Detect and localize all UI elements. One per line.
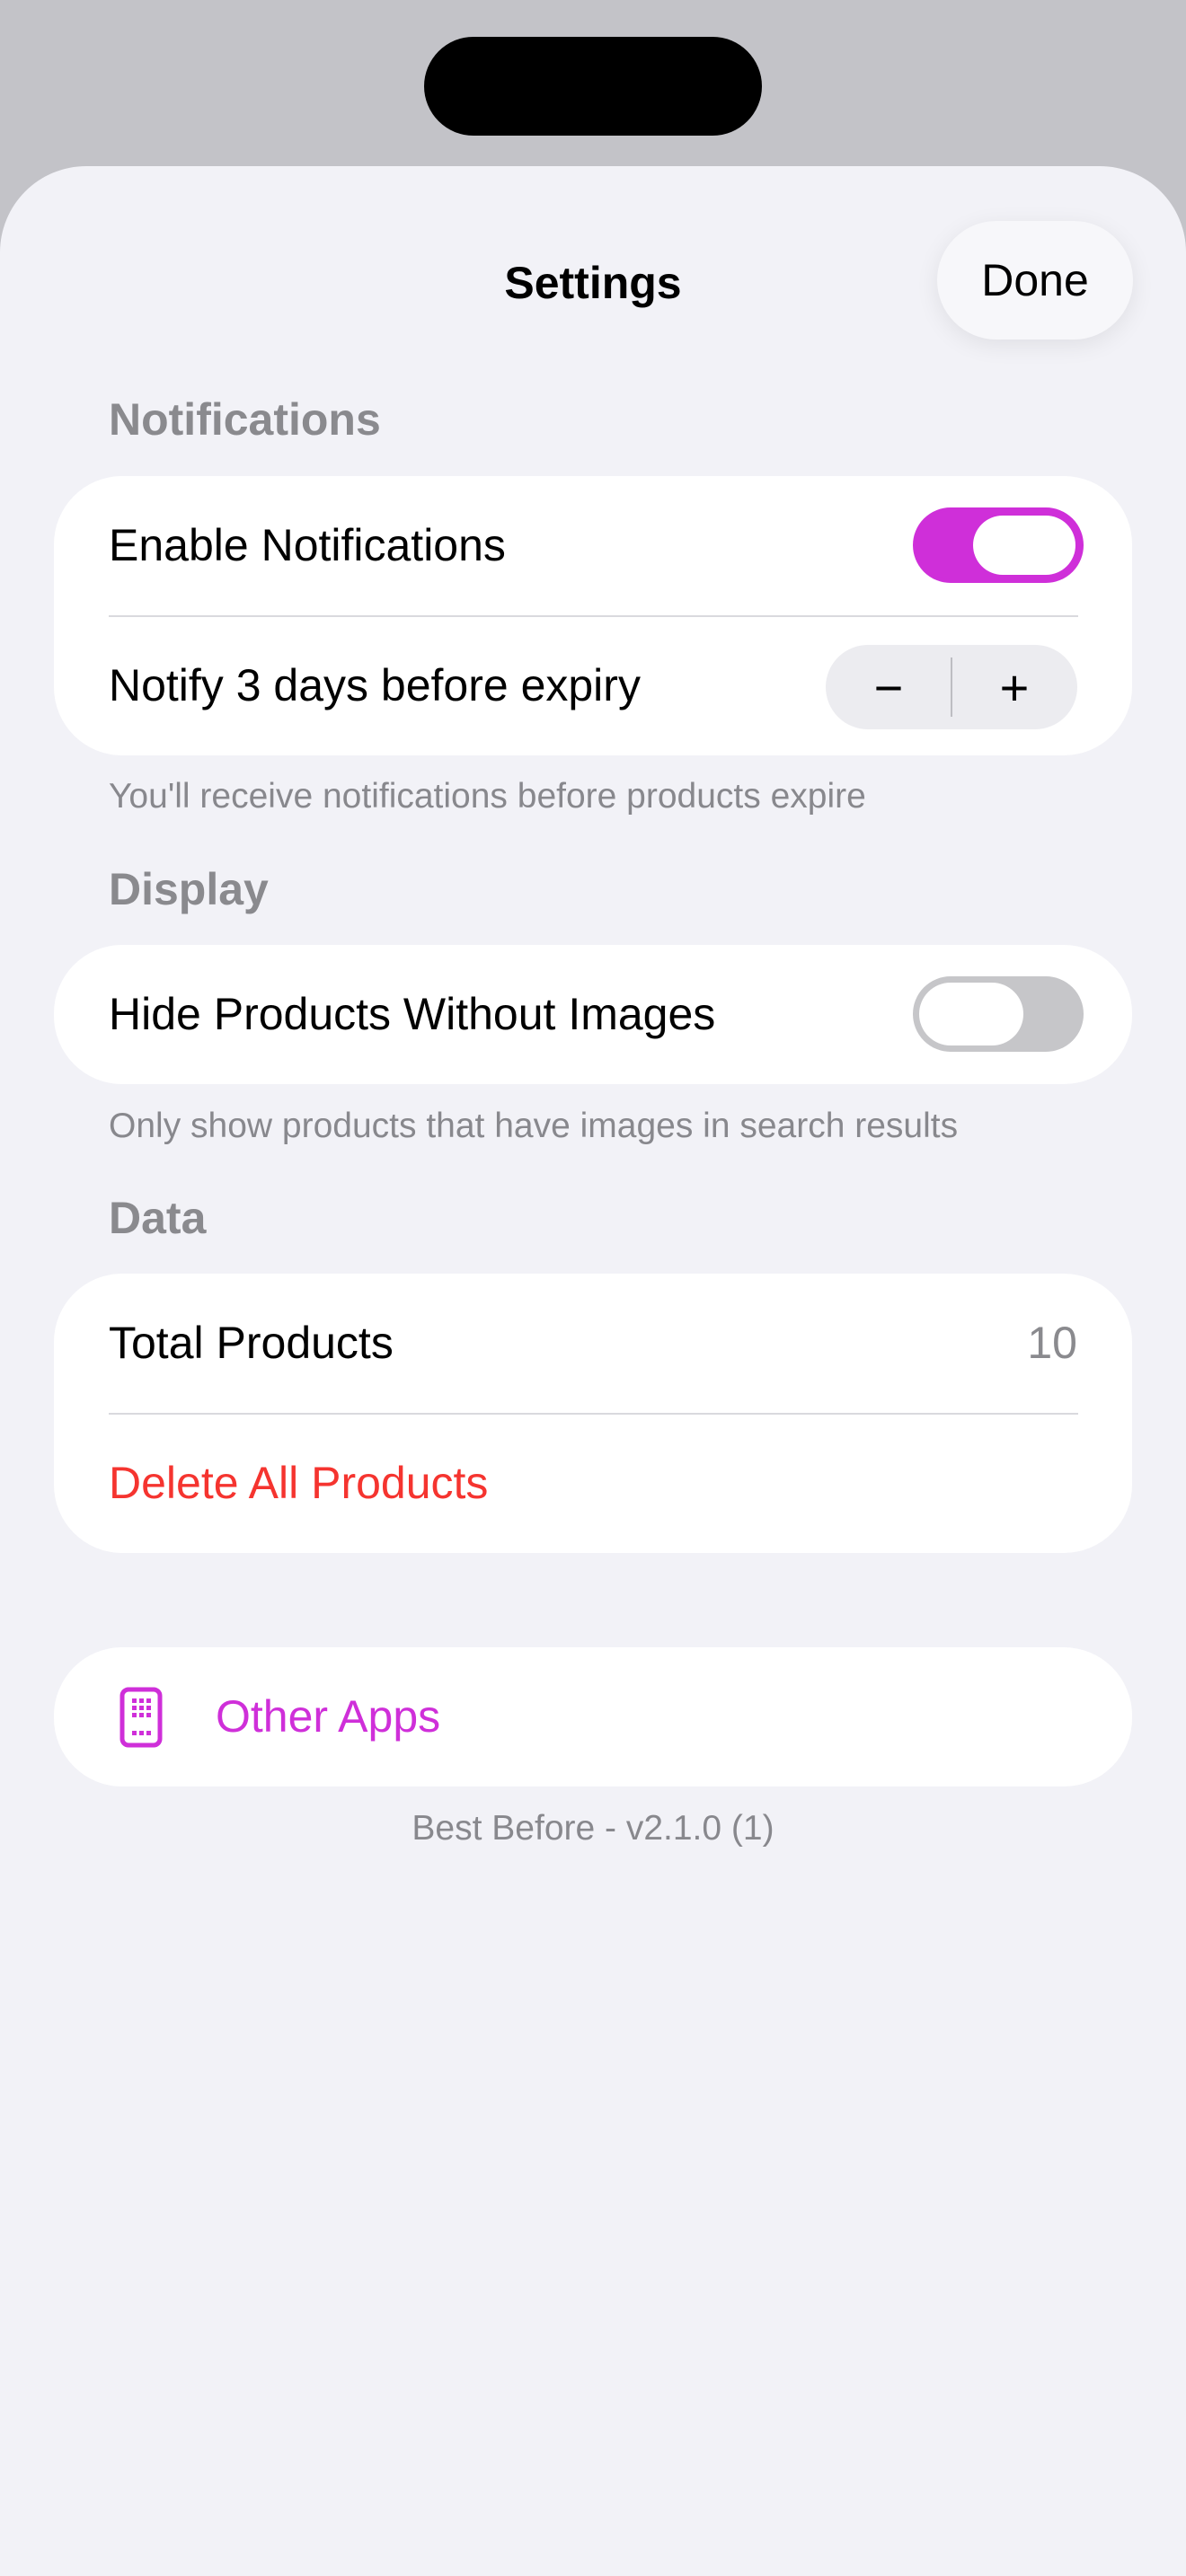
done-button[interactable]: Done [937, 221, 1133, 340]
notify-days-label: Notify 3 days before expiry [109, 660, 641, 710]
display-footer: Only show products that have images in s… [109, 1107, 959, 1145]
enable-notifications-toggle[interactable] [913, 507, 1084, 583]
other-apps-label: Other Apps [216, 1691, 441, 1742]
notify-days-row: Notify 3 days before expiry − + [54, 616, 1132, 755]
delete-all-products-button[interactable]: Delete All Products [109, 1414, 488, 1553]
settings-sheet: Settings Done Notifications Enable Notif… [0, 166, 1186, 2576]
delete-all-row[interactable]: Delete All Products [54, 1414, 1132, 1553]
enable-notifications-row: Enable Notifications [54, 476, 1132, 615]
toggle-knob [919, 983, 1023, 1045]
dynamic-island [424, 37, 762, 136]
data-card: Total Products 10 Delete All Products [54, 1274, 1132, 1553]
other-apps-row[interactable]: Other Apps [54, 1647, 1132, 1786]
notifications-footer: You'll receive notifications before prod… [109, 777, 866, 816]
hide-products-row: Hide Products Without Images [54, 945, 1132, 1084]
increment-button[interactable]: + [951, 645, 1077, 729]
total-products-row: Total Products 10 [54, 1274, 1132, 1413]
display-card: Hide Products Without Images [54, 945, 1132, 1084]
decrement-button[interactable]: − [826, 645, 951, 729]
app-version: Best Before - v2.1.0 (1) [412, 1809, 774, 1848]
app-grid-phone-icon [119, 1687, 164, 1748]
hide-products-label: Hide Products Without Images [109, 989, 716, 1039]
toggle-knob [973, 516, 1075, 575]
section-header-data: Data [109, 1193, 207, 1243]
enable-notifications-label: Enable Notifications [109, 520, 506, 570]
total-products-label: Total Products [109, 1318, 394, 1368]
total-products-value: 10 [1027, 1318, 1077, 1368]
days-stepper: − + [826, 645, 1077, 729]
hide-products-toggle[interactable] [913, 976, 1084, 1052]
other-apps-card: Other Apps [54, 1647, 1132, 1786]
notifications-card: Enable Notifications Notify 3 days befor… [54, 476, 1132, 755]
section-header-notifications: Notifications [109, 394, 381, 445]
section-header-display: Display [109, 864, 269, 914]
